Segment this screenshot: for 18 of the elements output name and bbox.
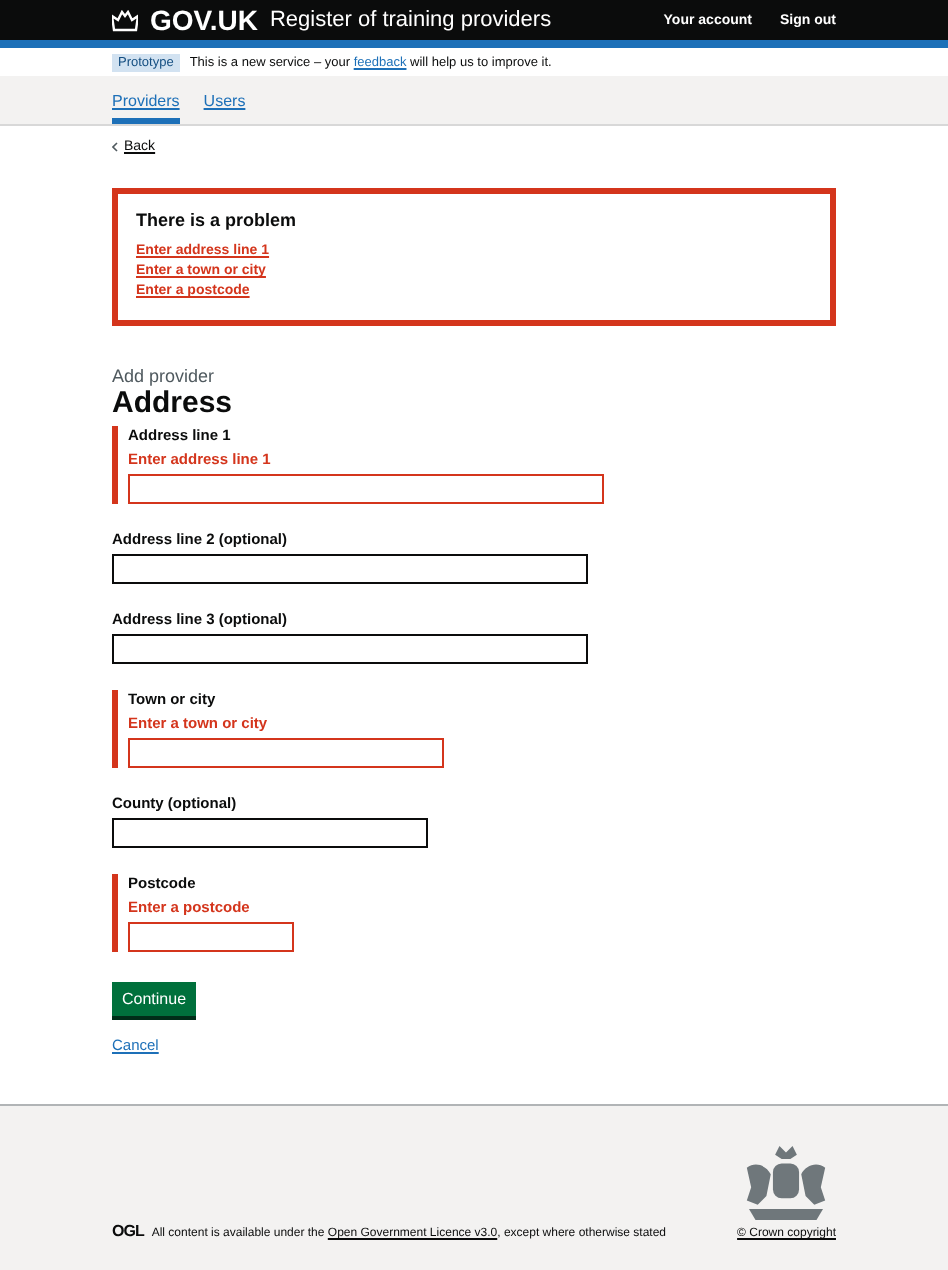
error-summary-title: There is a problem (136, 210, 299, 230)
nav-tab[interactable]: Users (203, 76, 246, 124)
input-field[interactable] (112, 634, 588, 664)
logo-text: GOV.UK (150, 4, 258, 36)
ogl-logo: OGL (112, 1222, 144, 1240)
nav-tab[interactable]: Providers (112, 76, 180, 124)
input-field[interactable] (128, 738, 444, 768)
chevron-icon (112, 142, 118, 152)
service-name: Register of training providers (269, 8, 554, 32)
crest-icon (746, 1146, 827, 1220)
input-field[interactable] (112, 554, 588, 584)
input-field[interactable] (112, 818, 428, 848)
continue-button[interactable]: Continue (112, 982, 197, 1016)
input-field[interactable] (128, 474, 604, 504)
page-heading: Address (112, 386, 235, 420)
crown-icon (112, 9, 138, 31)
input-field[interactable] (128, 922, 294, 952)
page-caption: Add provider (112, 366, 217, 386)
